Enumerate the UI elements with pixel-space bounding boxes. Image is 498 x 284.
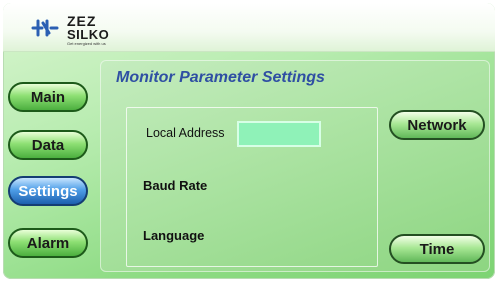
language-label: Language xyxy=(143,228,205,243)
local-address-label: Local Address xyxy=(146,126,225,140)
header-bar: ZEZ SILKO Get energized with us xyxy=(3,3,495,52)
network-button[interactable]: Network xyxy=(389,110,485,140)
nav-data-button[interactable]: Data xyxy=(8,130,88,160)
baud-rate-label: Baud Rate xyxy=(143,178,208,193)
logo-mark-icon xyxy=(31,19,59,37)
time-button[interactable]: Time xyxy=(389,234,485,264)
nav-settings-button[interactable]: Settings xyxy=(8,176,88,206)
local-address-input[interactable] xyxy=(237,121,321,147)
page-title: Monitor Parameter Settings xyxy=(116,69,325,86)
brand-name-bottom: SILKO xyxy=(67,27,110,42)
brand-tagline: Get energized with us xyxy=(67,41,106,46)
brand-logo: ZEZ SILKO Get energized with us xyxy=(31,11,151,46)
nav-main-button[interactable]: Main xyxy=(8,82,88,112)
nav-alarm-button[interactable]: Alarm xyxy=(8,228,88,258)
